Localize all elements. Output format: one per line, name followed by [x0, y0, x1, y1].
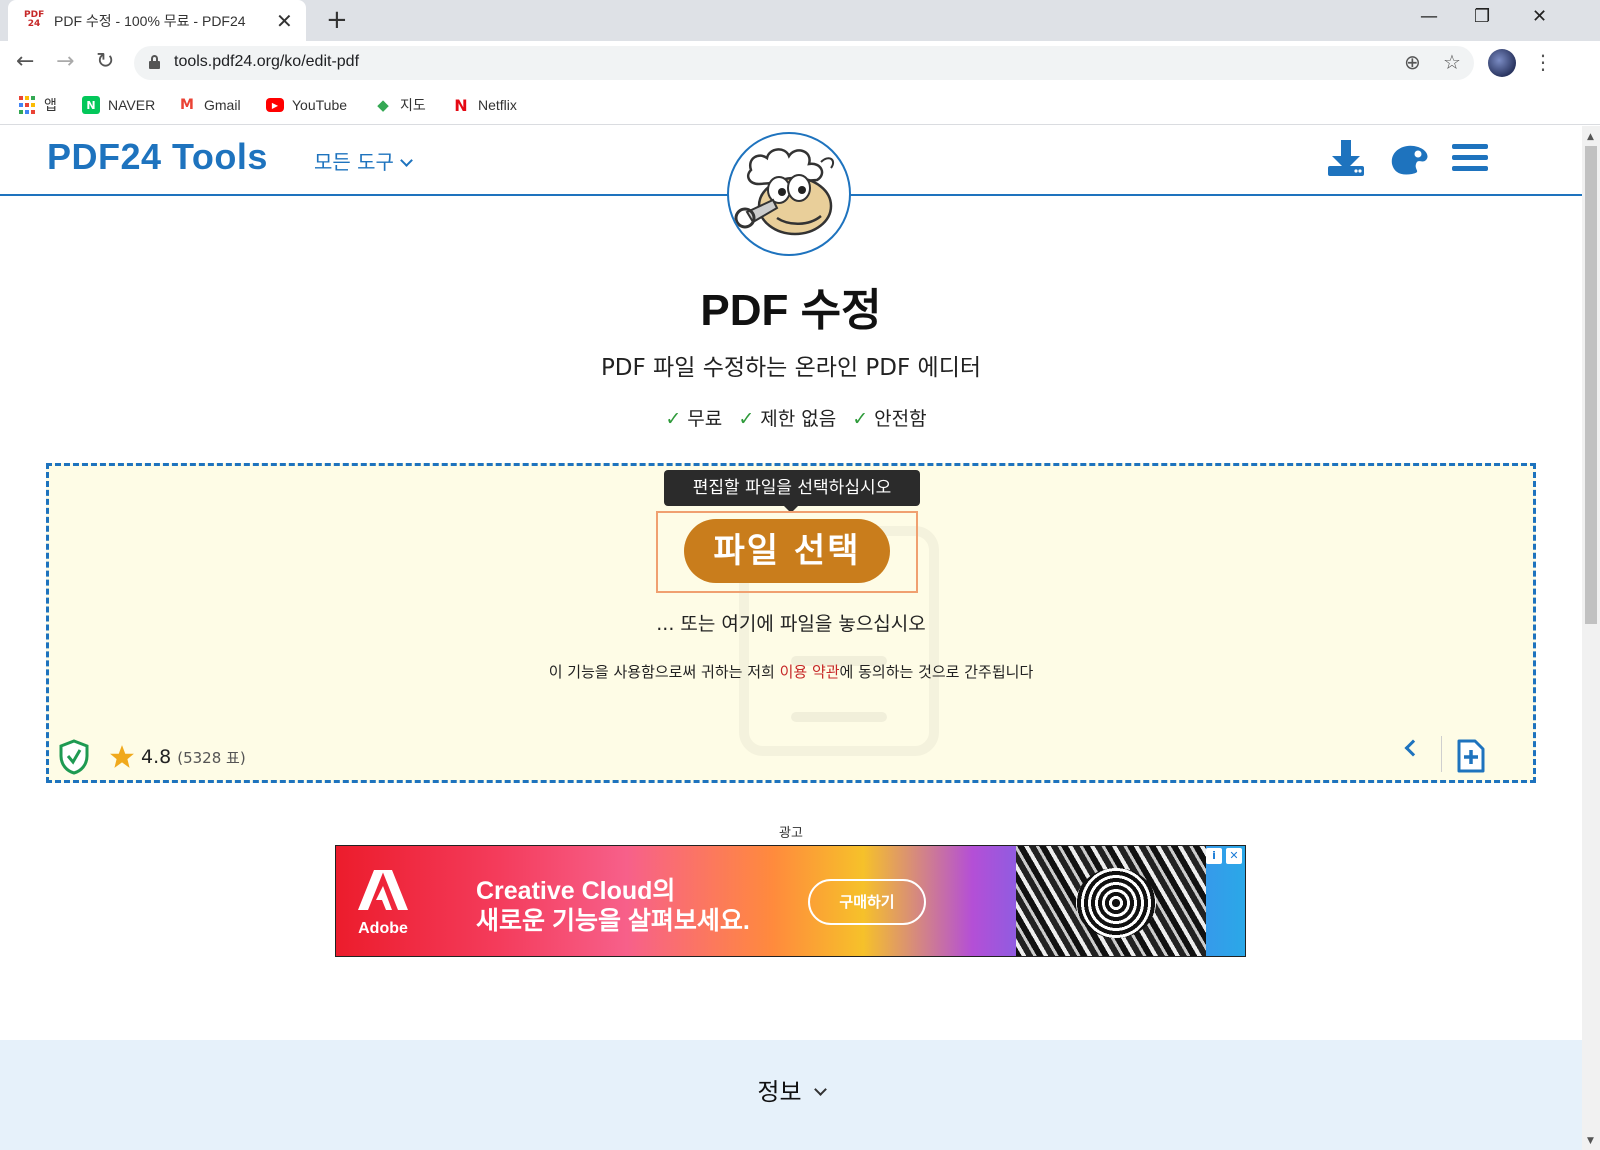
- all-tools-menu[interactable]: 모든 도구: [314, 146, 413, 175]
- ad-info-icon[interactable]: i: [1206, 848, 1222, 864]
- page-title: PDF 수정: [700, 286, 882, 335]
- select-file-button[interactable]: 파일 선택: [684, 519, 890, 583]
- scroll-up-arrow-icon[interactable]: ▲: [1587, 132, 1594, 142]
- tab-title: PDF 수정 - 100% 무료 - PDF24: [54, 13, 246, 29]
- naver-icon: N: [82, 96, 100, 114]
- browser-menu-icon[interactable]: ⋮: [1533, 50, 1553, 74]
- install-app-icon[interactable]: ⊕: [1404, 50, 1421, 74]
- minimize-button[interactable]: —: [1420, 6, 1438, 27]
- tab-close-icon[interactable]: ✕: [276, 9, 293, 33]
- info-toggle[interactable]: 정보: [0, 1072, 1582, 1107]
- check-icon: ✓: [738, 408, 755, 430]
- download-icon[interactable]: [1326, 138, 1366, 180]
- lock-icon: [149, 55, 160, 69]
- gmail-icon: M: [180, 97, 194, 113]
- address-bar[interactable]: tools.pdf24.org/ko/edit-pdf ⊕ ☆: [134, 46, 1474, 80]
- bookmark-netflix[interactable]: N Netflix: [452, 94, 517, 116]
- scroll-down-arrow-icon[interactable]: ▼: [1587, 1136, 1594, 1146]
- ad-artwork: [1016, 846, 1206, 956]
- pdf24-favicon-icon: PDF 24: [24, 10, 45, 29]
- ad-label: 광고: [779, 826, 803, 841]
- check-icon: ✓: [852, 408, 869, 430]
- terms-of-use-link[interactable]: 이용 약관: [780, 663, 840, 681]
- page-scrollbar[interactable]: ▲ ▼: [1582, 126, 1600, 1150]
- bookmarks-bar: 앱 N NAVER M Gmail ▶ YouTube ◆ 지도 N Netfl…: [0, 85, 1600, 125]
- feature-list: ✓ 무료 ✓ 제한 없음 ✓ 안전함: [0, 404, 1582, 431]
- bookmark-gmail[interactable]: M Gmail: [178, 94, 241, 116]
- shield-check-icon[interactable]: [59, 739, 89, 775]
- terms-notice: 이 기능을 사용함으로써 귀하는 저희 이용 약관에 동의하는 것으로 간주됩니…: [548, 663, 1034, 681]
- adobe-wordmark: Adobe: [358, 920, 408, 937]
- check-icon: ✓: [665, 408, 682, 430]
- adobe-ad-banner[interactable]: Adobe Creative Cloud의 새로운 기능을 살펴보세요. 구매하…: [335, 845, 1246, 957]
- maps-icon: ◆: [377, 96, 389, 114]
- reload-icon[interactable]: ↻: [96, 49, 114, 74]
- new-tab-button[interactable]: +: [326, 5, 348, 35]
- feature-unlimited: 제한 없음: [760, 408, 837, 430]
- hamburger-menu-icon[interactable]: [1452, 142, 1488, 174]
- file-drop-zone[interactable]: 편집할 파일을 선택하십시오 파일 선택 ... 또는 여기에 파일을 놓으십시…: [46, 463, 1536, 783]
- ad-close-icon[interactable]: ✕: [1226, 848, 1242, 864]
- bookmark-youtube[interactable]: ▶ YouTube: [266, 94, 347, 116]
- rating[interactable]: 4.8 (5328 표): [109, 744, 246, 770]
- all-tools-label: 모든 도구: [314, 150, 394, 174]
- tab-strip: PDF 24 PDF 수정 - 100% 무료 - PDF24 ✕ + — ❐ …: [0, 0, 1600, 41]
- ad-headline: Creative Cloud의 새로운 기능을 살펴보세요.: [476, 877, 750, 935]
- feature-secure: 안전함: [874, 408, 927, 430]
- chevron-left-icon[interactable]: [1404, 739, 1422, 757]
- page-viewport: PDF24 Tools 모든 도구 PDF 수정 PDF 파일 수정하는 온라인…: [0, 126, 1600, 1150]
- scrollbar-thumb[interactable]: [1585, 146, 1597, 624]
- browser-tab[interactable]: PDF 24 PDF 수정 - 100% 무료 - PDF24 ✕: [8, 0, 306, 41]
- site-logo[interactable]: PDF24 Tools: [47, 136, 268, 178]
- theme-palette-icon[interactable]: [1388, 142, 1430, 176]
- bookmark-star-icon[interactable]: ☆: [1443, 50, 1461, 74]
- youtube-icon: ▶: [266, 98, 284, 112]
- add-file-icon[interactable]: [1455, 738, 1487, 774]
- select-file-tooltip: 편집할 파일을 선택하십시오: [664, 470, 920, 513]
- feature-free: 무료: [687, 408, 723, 430]
- chevron-down-icon: [400, 154, 413, 167]
- rating-votes: (5328 표): [177, 748, 246, 767]
- maximize-button[interactable]: ❐: [1474, 6, 1490, 27]
- drop-files-text: ... 또는 여기에 파일을 놓으십시오: [656, 613, 926, 635]
- netflix-icon: N: [454, 95, 468, 115]
- info-title: 정보: [757, 1078, 802, 1106]
- rating-value: 4.8: [141, 746, 172, 768]
- adobe-logo: Adobe: [356, 868, 410, 940]
- page-subtitle: PDF 파일 수정하는 온라인 PDF 에디터: [600, 355, 982, 381]
- bookmark-apps[interactable]: 앱: [18, 94, 57, 116]
- ad-choices[interactable]: i ✕: [1206, 848, 1242, 864]
- forward-arrow-icon[interactable]: →: [56, 49, 74, 74]
- profile-avatar[interactable]: [1488, 49, 1516, 77]
- divider: [1441, 736, 1442, 772]
- back-arrow-icon[interactable]: ←: [16, 49, 34, 74]
- browser-toolbar: ← → ↻ tools.pdf24.org/ko/edit-pdf ⊕ ☆ ⋮: [0, 41, 1600, 85]
- bookmark-naver[interactable]: N NAVER: [82, 94, 155, 116]
- apps-grid-icon: [18, 96, 36, 114]
- ad-buy-button[interactable]: 구매하기: [808, 879, 926, 925]
- adobe-a-icon: [358, 870, 408, 910]
- pdf24-mascot-logo[interactable]: [727, 132, 851, 256]
- url-text[interactable]: tools.pdf24.org/ko/edit-pdf: [174, 53, 359, 71]
- bookmark-maps[interactable]: ◆ 지도: [374, 94, 426, 116]
- info-section: 정보: [0, 1040, 1582, 1150]
- select-file-focus-frame: 파일 선택: [656, 511, 918, 593]
- window-close-button[interactable]: ✕: [1532, 6, 1547, 27]
- chevron-down-icon: [813, 1083, 827, 1096]
- star-icon: [110, 745, 134, 768]
